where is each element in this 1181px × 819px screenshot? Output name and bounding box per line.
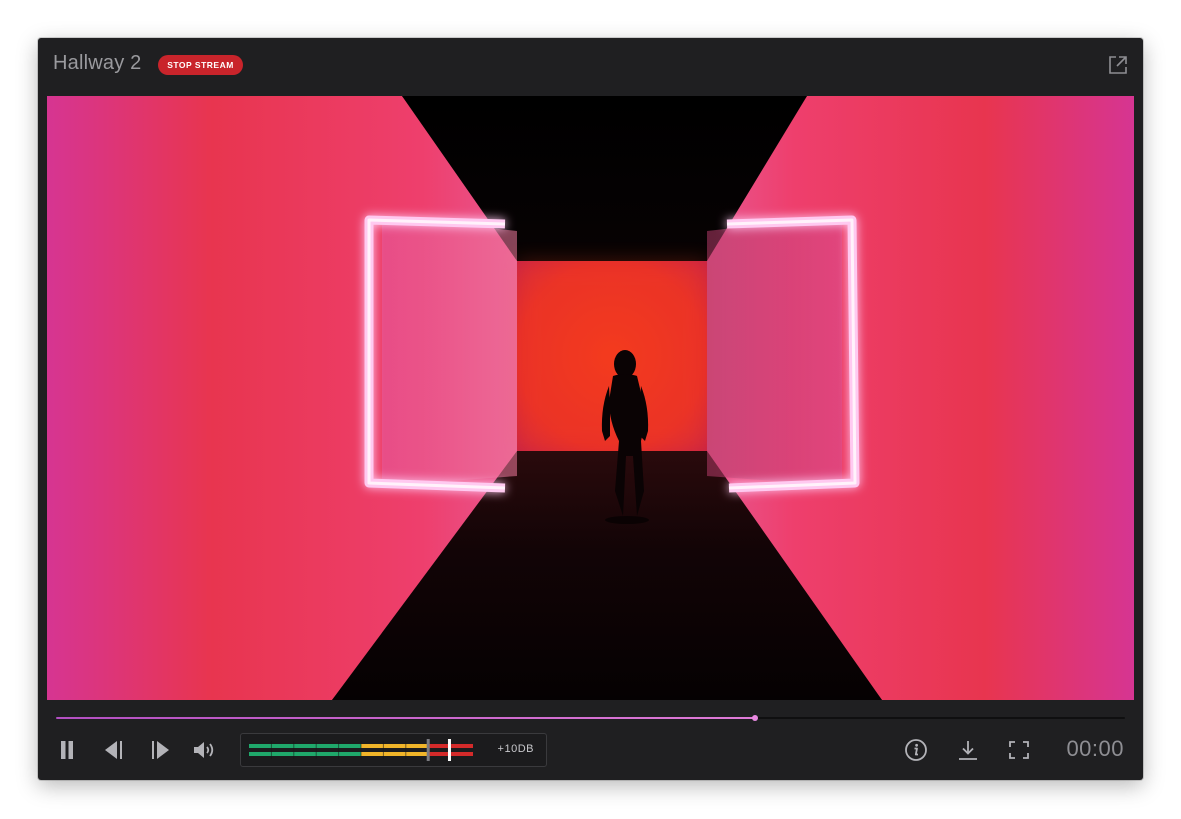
meter-green-segment xyxy=(249,744,361,748)
meter-yellow-segment xyxy=(361,752,429,756)
level-marker xyxy=(426,739,430,761)
title-bar: Hallway 2 STOP STREAM xyxy=(38,38,1143,96)
audio-level-meter: +10DB xyxy=(240,733,547,767)
time-display: 00:00 xyxy=(1066,736,1124,761)
meter-green-segment xyxy=(249,752,361,756)
external-link-icon[interactable] xyxy=(1108,55,1128,75)
progress-handle[interactable] xyxy=(752,715,759,721)
stop-stream-button[interactable]: STOP STREAM xyxy=(158,55,243,75)
progress-scrubber[interactable] xyxy=(56,715,1125,721)
step-forward-icon[interactable] xyxy=(148,739,172,761)
download-icon[interactable] xyxy=(956,739,980,761)
step-back-icon[interactable] xyxy=(102,739,126,761)
video-frame[interactable] xyxy=(47,96,1134,700)
meter-yellow-segment xyxy=(361,744,429,748)
gain-label: +10DB xyxy=(497,743,534,755)
control-bar: +10DB 00:00 xyxy=(38,730,1143,770)
progress-fill xyxy=(56,717,756,719)
level-bars xyxy=(249,739,473,761)
level-peak-marker[interactable] xyxy=(447,739,451,761)
volume-icon[interactable] xyxy=(192,739,218,761)
info-icon[interactable] xyxy=(904,739,928,761)
fullscreen-icon[interactable] xyxy=(1007,739,1031,761)
pause-icon[interactable] xyxy=(56,739,80,761)
stream-title: Hallway 2 xyxy=(53,52,142,74)
video-player-window: Hallway 2 STOP STREAM +10DB 00:00 xyxy=(38,38,1143,780)
